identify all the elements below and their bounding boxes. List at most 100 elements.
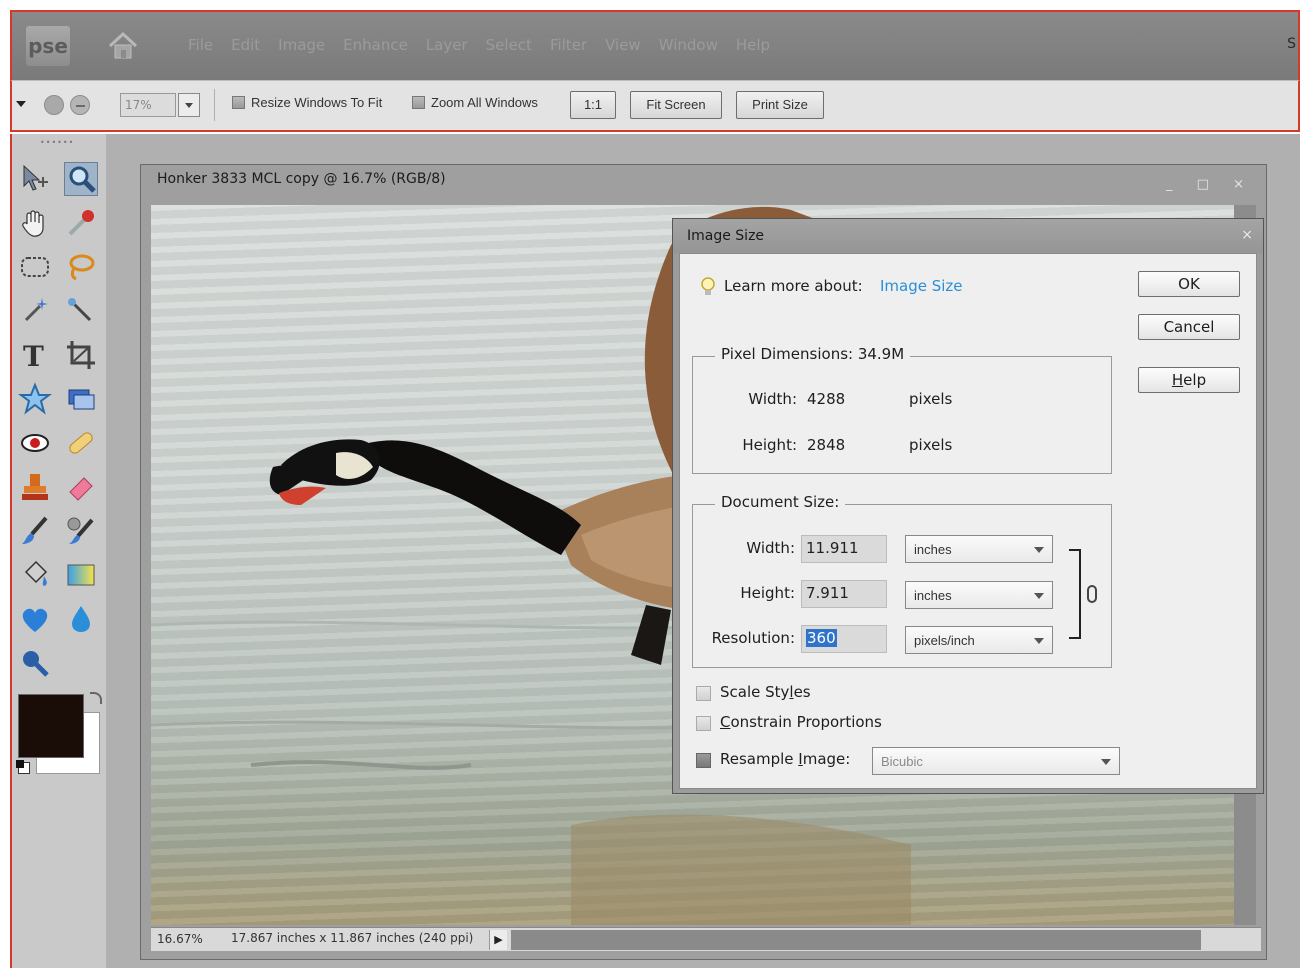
ok-button[interactable]: OK	[1138, 271, 1240, 297]
menu-enhance[interactable]: Enhance	[343, 36, 408, 54]
status-menu-arrow-icon[interactable]: ▶	[489, 930, 507, 950]
blur-tool-icon[interactable]	[64, 602, 98, 636]
resolution-unit-select[interactable]: pixels/inch	[905, 626, 1053, 654]
foreground-color-swatch[interactable]	[18, 694, 84, 758]
eraser-tool-icon[interactable]	[64, 470, 98, 504]
red-eye-tool-icon[interactable]	[18, 426, 52, 460]
menu-view[interactable]: View	[605, 36, 641, 54]
brush-tool-icon[interactable]	[18, 514, 52, 548]
scale-styles-checkbox[interactable]	[696, 686, 711, 701]
doc-height-label: Height:	[740, 584, 795, 602]
chevron-down-icon	[1034, 638, 1044, 644]
dialog-body: Learn more about: Image Size OK Cancel H…	[679, 253, 1257, 789]
default-colors-icon[interactable]	[16, 760, 30, 774]
zoom-all-option[interactable]: Zoom All Windows	[412, 95, 538, 110]
help-label: elp	[1183, 371, 1207, 389]
menu-bar: pse File Edit Image Enhance Layer Select…	[10, 10, 1300, 80]
resize-windows-checkbox[interactable]	[232, 96, 245, 109]
healing-brush-tool-icon[interactable]	[64, 426, 98, 460]
menu-layer[interactable]: Layer	[426, 36, 468, 54]
paint-bucket-tool-icon[interactable]	[18, 558, 52, 592]
menu-file[interactable]: File	[188, 36, 213, 54]
toolbox-grip[interactable]: ••••••	[40, 138, 74, 147]
document-window-controls[interactable]: _ □ ×	[1166, 177, 1254, 192]
pse-logo: pse	[26, 26, 70, 66]
smart-brush-tool-icon[interactable]	[64, 514, 98, 548]
pixel-width-label: Width:	[748, 390, 797, 408]
doc-width-unit-select[interactable]: inches	[905, 535, 1053, 563]
constrain-proportions-checkbox[interactable]	[696, 716, 711, 731]
menu-image[interactable]: Image	[278, 36, 325, 54]
marquee-tool-icon[interactable]	[18, 250, 52, 284]
actual-pixels-button[interactable]: 1:1	[570, 91, 616, 119]
pixel-dimensions-group: Pixel Dimensions: 34.9M Width: 4288 pixe…	[692, 345, 1112, 474]
menu-overflow-text: S	[1287, 36, 1296, 52]
eyedropper-tool-icon[interactable]	[64, 206, 98, 240]
menu-filter[interactable]: Filter	[550, 36, 587, 54]
sponge-tool-icon[interactable]	[18, 646, 52, 680]
resolution-input[interactable]: 360	[801, 625, 887, 653]
document-status-bar: 16.67% 17.867 inches x 11.867 inches (24…	[151, 927, 1261, 951]
doc-height-unit-select[interactable]: inches	[905, 581, 1053, 609]
pixel-height-value: 2848	[807, 436, 846, 454]
zoom-in-icon[interactable]	[44, 95, 64, 115]
gradient-tool-icon[interactable]	[64, 558, 98, 592]
home-icon[interactable]	[106, 30, 140, 62]
tool-preset-caret-icon[interactable]	[16, 101, 26, 107]
resolution-value-selected: 360	[806, 629, 837, 647]
document-size-group: Document Size: Width: 11.911 inches Heig…	[692, 493, 1112, 668]
resize-windows-option[interactable]: Resize Windows To Fit	[232, 95, 382, 110]
help-button[interactable]: Help	[1138, 367, 1240, 393]
doc-height-input[interactable]: 7.911	[801, 580, 887, 608]
document-info: 17.867 inches x 11.867 inches (240 ppi)	[231, 931, 474, 945]
cancel-button[interactable]: Cancel	[1138, 314, 1240, 340]
pixel-width-unit: pixels	[909, 390, 953, 408]
crop-tool-icon[interactable]	[64, 338, 98, 372]
resample-method-value: Bicubic	[881, 754, 923, 769]
resolution-unit-value: pixels/inch	[914, 633, 975, 648]
svg-text:T: T	[23, 340, 44, 372]
fit-screen-button[interactable]: Fit Screen	[630, 91, 722, 119]
chevron-down-icon	[1034, 593, 1044, 599]
chevron-down-icon	[1034, 547, 1044, 553]
image-size-dialog: Image Size × Learn more about: Image Siz…	[672, 218, 1264, 794]
quick-selection-tool-icon[interactable]	[64, 294, 98, 328]
pixel-height-label: Height:	[742, 436, 797, 454]
zoom-all-checkbox[interactable]	[412, 96, 425, 109]
zoom-all-label: Zoom All Windows	[431, 95, 538, 110]
straighten-tool-icon[interactable]	[64, 382, 98, 416]
menu-edit[interactable]: Edit	[231, 36, 260, 54]
horizontal-scrollbar[interactable]	[511, 930, 1201, 950]
zoom-tool-icon[interactable]	[64, 162, 98, 196]
scale-styles-label: Scale Styles	[720, 683, 811, 701]
doc-width-unit-value: inches	[914, 542, 952, 557]
menu-select[interactable]: Select	[486, 36, 532, 54]
doc-width-input[interactable]: 11.911	[801, 535, 887, 563]
shape-tool-icon[interactable]	[18, 602, 52, 636]
zoom-percent-input[interactable]: 17%	[120, 93, 176, 117]
zoom-out-icon[interactable]	[70, 95, 90, 115]
zoom-percentage[interactable]: 16.67%	[157, 932, 203, 946]
constrain-link-bracket	[1069, 549, 1081, 639]
doc-height-unit-value: inches	[914, 588, 952, 603]
resample-method-select[interactable]: Bicubic	[872, 747, 1120, 775]
hand-tool-icon[interactable]	[18, 206, 52, 240]
dialog-titlebar[interactable]: Image Size ×	[673, 219, 1263, 253]
cookie-cutter-tool-icon[interactable]	[18, 382, 52, 416]
close-icon[interactable]: ×	[1241, 227, 1253, 243]
pixel-dimensions-title: Pixel Dimensions: 34.9M	[715, 345, 911, 363]
clone-stamp-tool-icon[interactable]	[18, 470, 52, 504]
print-size-button[interactable]: Print Size	[736, 91, 824, 119]
magic-wand-tool-icon[interactable]	[18, 294, 52, 328]
move-tool-icon[interactable]	[18, 162, 52, 196]
resample-image-checkbox[interactable]	[696, 753, 711, 768]
learn-more-link[interactable]: Image Size	[880, 277, 963, 295]
zoom-dropdown-button[interactable]	[178, 93, 200, 117]
type-tool-icon[interactable]: T	[18, 338, 52, 373]
menu-help[interactable]: Help	[736, 36, 770, 54]
swap-colors-icon[interactable]	[90, 692, 102, 704]
lightbulb-icon	[700, 276, 716, 302]
lasso-tool-icon[interactable]	[64, 250, 98, 284]
menu-window[interactable]: Window	[659, 36, 718, 54]
chevron-down-icon	[1101, 759, 1111, 765]
